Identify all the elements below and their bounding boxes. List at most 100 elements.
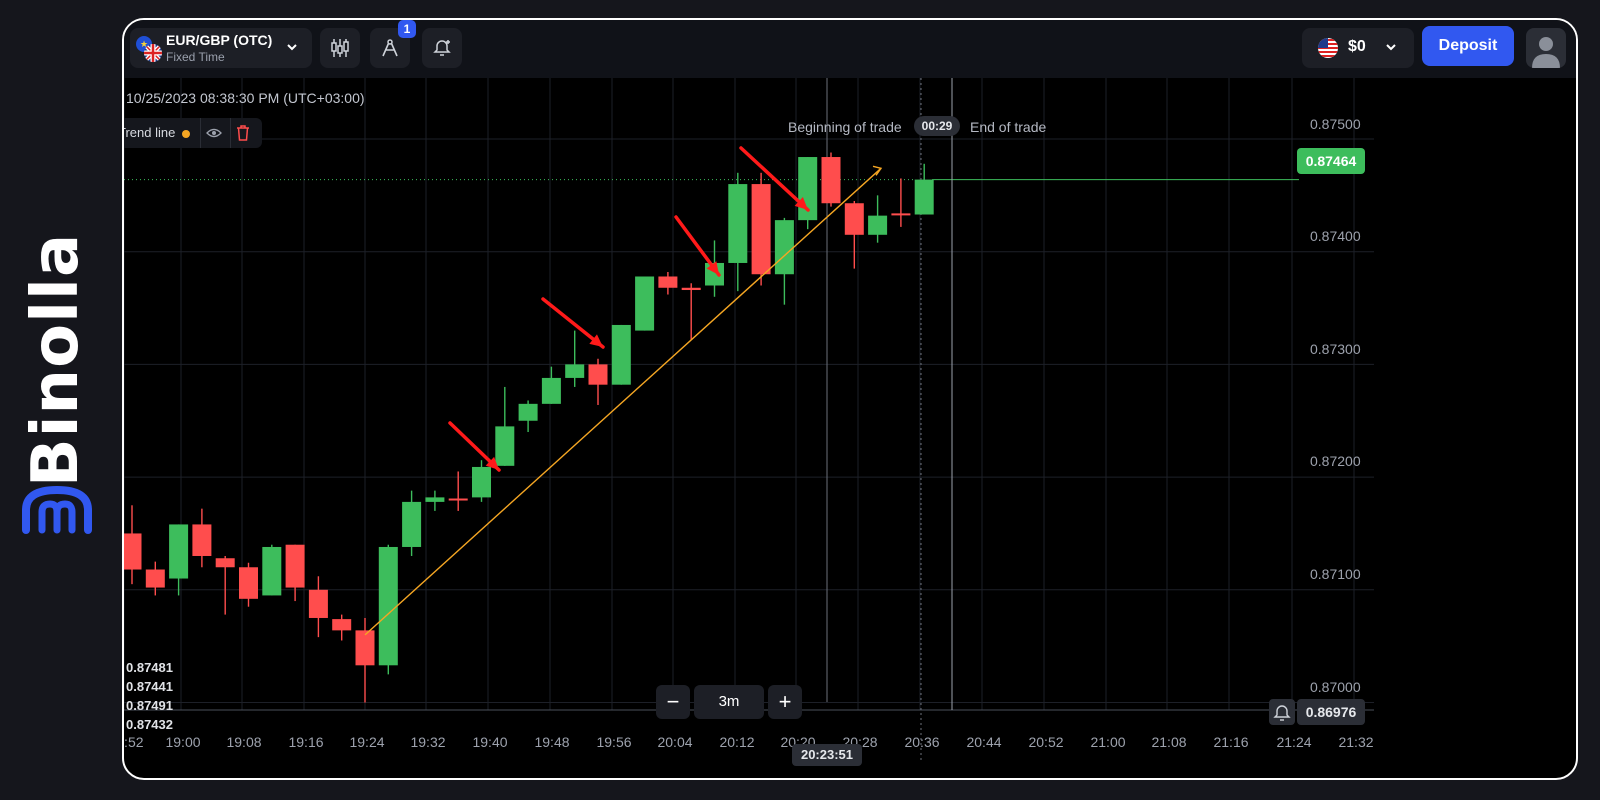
candle-up xyxy=(541,377,561,404)
candle-up xyxy=(774,220,794,275)
end-of-trade-label: End of trade xyxy=(970,119,1047,135)
candle-down xyxy=(448,498,468,501)
candle-down xyxy=(239,567,258,599)
y-tick-label: 0.87400 xyxy=(1310,228,1361,244)
y-tick-label: 0.87100 xyxy=(1310,566,1361,582)
candle-down xyxy=(355,630,375,666)
x-tick-label: 19:24 xyxy=(349,734,385,750)
candle-up xyxy=(868,215,888,235)
chevron-down-icon xyxy=(287,44,297,51)
candle-up xyxy=(402,501,422,547)
candle-down xyxy=(308,589,328,618)
y-tick-label: 0.87200 xyxy=(1310,453,1361,469)
x-tick-label: 21:00 xyxy=(1090,734,1126,750)
trend-line-label: Trend line xyxy=(122,125,176,140)
x-tick-label: 20:04 xyxy=(657,734,693,750)
candle-down xyxy=(285,544,305,588)
cursor-time-tag: 20:23:51 xyxy=(792,744,862,766)
trash-icon[interactable] xyxy=(236,125,250,141)
eye-icon[interactable] xyxy=(206,126,222,140)
x-tick-label: 20:36 xyxy=(904,734,940,750)
x-tick-label: 21:16 xyxy=(1213,734,1249,750)
add-alert-button[interactable] xyxy=(1269,699,1295,725)
candle-down xyxy=(192,524,212,556)
user-icon xyxy=(1532,37,1560,68)
avatar[interactable] xyxy=(1526,28,1566,68)
ohlc-value: 0.87491 xyxy=(126,698,173,713)
alerts-button[interactable] xyxy=(422,28,462,68)
deposit-button[interactable]: Deposit xyxy=(1422,26,1514,66)
candle-down xyxy=(145,569,165,588)
chart-datetime: 10/25/2023 08:38:30 PM (UTC+03:00) xyxy=(126,90,365,106)
zoom-out-button[interactable]: − xyxy=(656,685,690,719)
ohlc-value: 0.87432 xyxy=(126,717,173,732)
candle-down xyxy=(215,558,235,568)
x-tick-label: 19:16 xyxy=(288,734,324,750)
chart-type-button[interactable] xyxy=(320,28,360,68)
trend-color-dot[interactable] xyxy=(182,130,190,138)
beginning-of-trade-label: Beginning of trade xyxy=(788,119,902,135)
trend-line-toolbar[interactable]: Trend line xyxy=(122,118,262,148)
candle-up xyxy=(169,524,189,579)
y-tick-label: 0.87500 xyxy=(1310,116,1361,132)
candle-up xyxy=(611,324,631,385)
alarm-icon xyxy=(433,40,451,56)
candle-up xyxy=(472,466,491,498)
candle-up xyxy=(378,546,398,666)
candle-down xyxy=(821,157,841,204)
low-price-tag: 0.86976 xyxy=(1297,699,1365,725)
us-flag-icon xyxy=(1318,38,1338,58)
red-arrow xyxy=(739,146,810,212)
trading-window: ★ EUR/GBP (OTC) Fixed Time 1 $0 Deposit … xyxy=(122,18,1578,780)
divider xyxy=(230,118,231,148)
candle-down xyxy=(332,619,352,631)
x-tick-label: 20:44 xyxy=(966,734,1002,750)
y-tick-label: 0.87300 xyxy=(1310,341,1361,357)
candle-up xyxy=(425,497,445,502)
x-tick-label: 19:00 xyxy=(165,734,201,750)
candle-up xyxy=(635,276,655,331)
candle-down xyxy=(124,533,142,570)
asset-selector[interactable]: ★ EUR/GBP (OTC) Fixed Time xyxy=(130,28,312,68)
x-tick-label: 18:52 xyxy=(124,734,144,750)
binolla-logo-icon xyxy=(22,485,92,534)
candle-up xyxy=(914,179,934,215)
x-tick-label: 21:32 xyxy=(1338,734,1374,750)
x-tick-label: 21:08 xyxy=(1151,734,1187,750)
drawing-tools-icon xyxy=(382,39,398,57)
x-tick-label: 19:40 xyxy=(472,734,508,750)
balance-amount: $0 xyxy=(1348,38,1366,55)
candle-up xyxy=(495,426,515,466)
candle-down xyxy=(844,203,864,235)
price-chart[interactable] xyxy=(124,78,1578,780)
candle-up xyxy=(728,184,748,263)
y-tick-label: 0.87000 xyxy=(1310,679,1361,695)
candles-icon xyxy=(331,39,349,57)
candle-up xyxy=(262,546,282,596)
balance-selector[interactable]: $0 xyxy=(1302,28,1414,68)
candle-down xyxy=(681,287,701,291)
zoom-in-button[interactable]: + xyxy=(768,685,802,719)
asset-name: EUR/GBP (OTC) xyxy=(166,32,273,48)
eur-gbp-flags-icon: ★ xyxy=(136,36,162,62)
candle-up xyxy=(518,403,538,421)
x-tick-label: 19:32 xyxy=(410,734,446,750)
timeframe-zoom-control: − 3m + xyxy=(656,685,804,721)
x-tick-label: 19:56 xyxy=(596,734,632,750)
x-tick-label: 21:24 xyxy=(1276,734,1312,750)
x-tick-label: 19:48 xyxy=(534,734,570,750)
x-tick-label: 19:08 xyxy=(226,734,262,750)
trend-line xyxy=(364,167,882,636)
candle-down xyxy=(658,276,678,288)
divider xyxy=(200,118,201,148)
top-bar: ★ EUR/GBP (OTC) Fixed Time 1 $0 Deposit xyxy=(124,20,1576,78)
trade-timer: 00:29 xyxy=(914,116,960,136)
candle-down xyxy=(751,184,771,275)
timeframe-value[interactable]: 3m xyxy=(694,685,764,719)
brand-name: Binolla xyxy=(19,232,93,488)
x-tick-label: 20:52 xyxy=(1028,734,1064,750)
chevron-down-icon xyxy=(1386,44,1396,51)
asset-type: Fixed Time xyxy=(166,50,225,64)
drawing-count-badge: 1 xyxy=(398,20,416,38)
x-tick-label: 20:12 xyxy=(719,734,755,750)
